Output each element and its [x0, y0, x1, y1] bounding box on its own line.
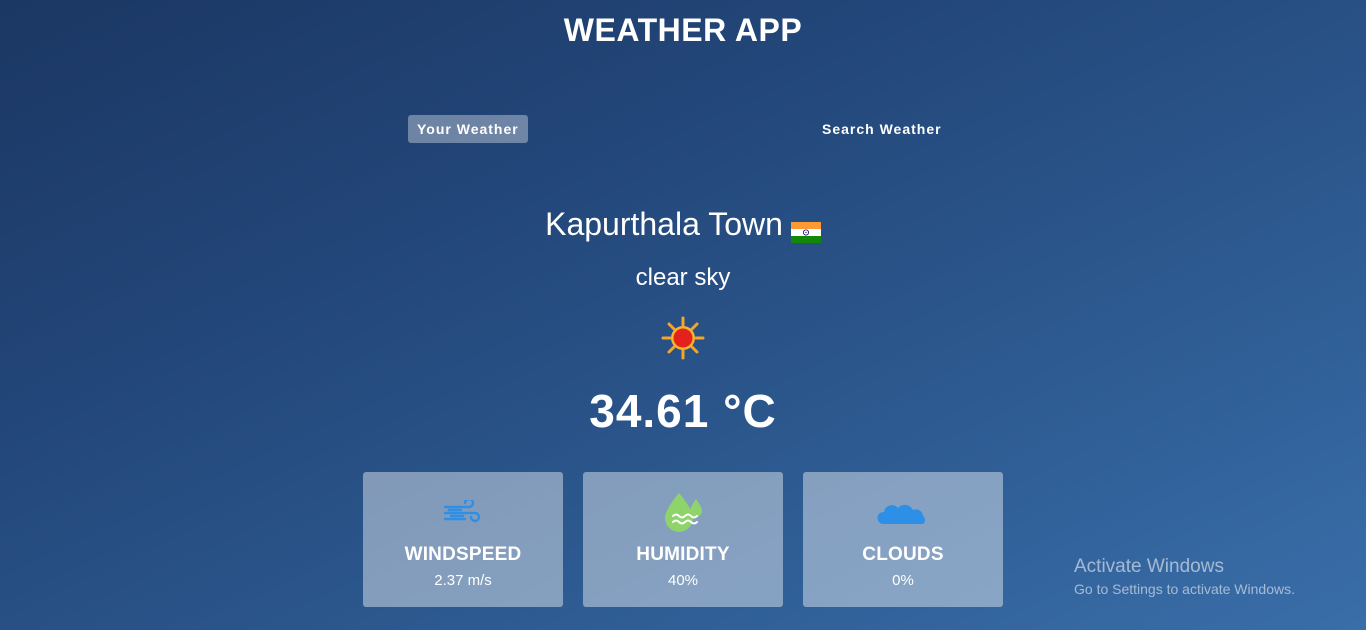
tab-your-weather[interactable]: Your Weather [408, 115, 528, 143]
cloud-icon [803, 490, 1003, 536]
watermark-title: Activate Windows [1074, 556, 1224, 577]
activate-windows-watermark: Activate Windows Go to Settings to activ… [1074, 556, 1295, 597]
tab-search-weather[interactable]: Search Weather [813, 115, 951, 143]
temperature: 34.61 °C [589, 385, 777, 437]
clouds-label: CLOUDS [862, 544, 944, 565]
stats-cards: WINDSPEED 2.37 m/s HUMIDITY 40% CLOUDS 0… [363, 472, 1004, 607]
humidity-card: HUMIDITY 40% [583, 472, 783, 607]
windspeed-value: 2.37 m/s [434, 572, 492, 589]
tab-bar: Your Weather Search Weather [0, 115, 1366, 143]
city-heading: Kapurthala Town [0, 206, 1366, 244]
india-flag-icon [790, 214, 821, 244]
watermark-subtitle: Go to Settings to activate Windows. [1074, 581, 1295, 597]
humidity-icon [583, 490, 783, 536]
windspeed-label: WINDSPEED [404, 544, 522, 565]
city-name: Kapurthala Town [545, 206, 783, 242]
clouds-card: CLOUDS 0% [803, 472, 1003, 607]
app-title: WEATHER APP [563, 12, 803, 48]
weather-description: clear sky [635, 264, 731, 291]
windspeed-card: WINDSPEED 2.37 m/s [363, 472, 563, 607]
humidity-value: 40% [667, 572, 699, 589]
wind-icon [363, 490, 563, 536]
sun-icon [661, 316, 705, 360]
humidity-label: HUMIDITY [636, 544, 730, 565]
clouds-value: 0% [892, 572, 914, 589]
